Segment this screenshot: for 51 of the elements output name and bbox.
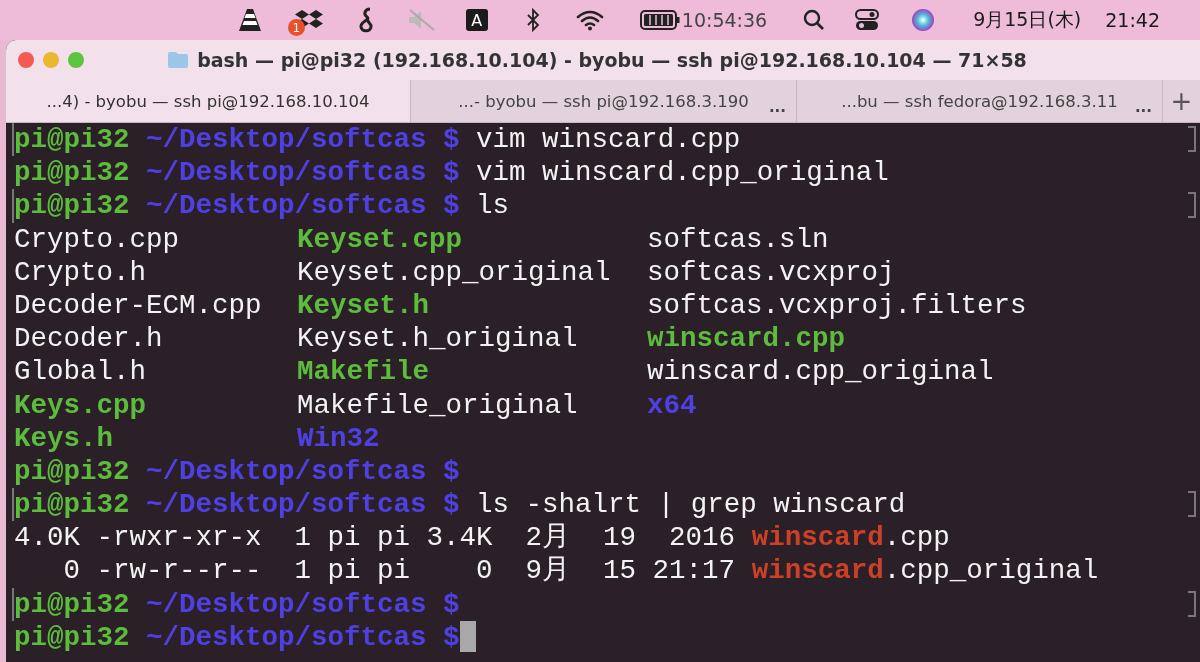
line-mark <box>1188 590 1196 617</box>
file-name: Keyset.h <box>297 288 431 323</box>
file-name: winscard.cpp_original <box>647 355 994 389</box>
tab-overflow-mark: ... <box>1134 98 1152 116</box>
file-name: Makefile <box>297 355 431 389</box>
output-line: 0 -rw-r--r-- 1 pi pi 0 9月 15 21:17 winscard.cpp_original <box>62 554 1099 588</box>
bluetooth-icon[interactable] <box>525 8 540 32</box>
file-name: Crypto.cpp <box>14 222 181 256</box>
file-name: Crypto.h <box>14 255 148 289</box>
file-name: softcas.sln <box>647 222 829 256</box>
notification-badge: 1 <box>287 19 305 36</box>
file-name: Decoder-ECM.cpp <box>14 288 263 323</box>
file-name: Keyset.h_original <box>297 322 579 356</box>
output-line: 4.0K -rwxr-xr-x 1 pi pi 3.4K 2月 19 2016 winscard.cpp <box>14 521 950 555</box>
file-name: Keyset.cpp_original <box>297 255 612 289</box>
file-name: Decoder.h <box>14 322 164 356</box>
battery-clock: 10:54:36 <box>681 9 768 31</box>
terminal-tab[interactable]: ...4) - byobu — ssh pi@192.168.10.104 <box>6 80 411 122</box>
menu-bar-date[interactable]: 9月15日(木) <box>973 7 1082 33</box>
prompt-line: pi@pi32 ~/Desktop/softcas $ ls <box>14 189 510 223</box>
file-name: Keys.cpp <box>14 388 148 422</box>
menu-bar-time[interactable]: 21:42 <box>1105 9 1160 31</box>
prompt-line: pi@pi32 ~/Desktop/softcas $ vim winscard.cpp <box>14 123 741 157</box>
prompt-line: pi@pi32 ~/Desktop/softcas $ <box>14 587 460 621</box>
wifi-icon[interactable] <box>575 9 604 31</box>
close-button[interactable] <box>18 52 34 68</box>
file-name: softcas.vcxproj <box>647 255 895 289</box>
cone-icon[interactable] <box>237 7 262 33</box>
tab-overflow-mark: ... <box>768 98 786 116</box>
file-name: Global.h <box>14 355 148 389</box>
toggle-switches-icon[interactable] <box>855 8 880 32</box>
line-mark <box>1188 126 1196 152</box>
file-name: softcas.vcxproj.filters <box>647 288 1027 323</box>
folder-icon <box>167 51 190 69</box>
file-name: Makefile_original <box>297 388 579 422</box>
file-name: x64 <box>647 388 697 422</box>
file-name: winscard.cpp <box>647 322 846 356</box>
orb-icon[interactable] <box>911 8 936 32</box>
file-name: Win32 <box>297 421 381 455</box>
prompt-line: pi@pi32 ~/Desktop/softcas $ vim winscard.cpp_original <box>14 156 889 190</box>
line-mark <box>1188 192 1196 219</box>
file-name: Keys.h <box>14 421 115 455</box>
prompt-line: pi@pi32 ~/Desktop/softcas $ ls -shalrt | grep winscard <box>14 488 906 522</box>
search-icon[interactable] <box>803 9 826 31</box>
prompt-line: pi@pi32 ~/Desktop/softcas $ <box>14 620 460 654</box>
line-mark <box>1188 491 1196 518</box>
battery-icon[interactable] <box>639 10 680 30</box>
file-name: Keyset.cpp <box>297 222 464 256</box>
prompt-line: pi@pi32 ~/Desktop/softcas $ <box>14 454 460 489</box>
window-title: bash — pi@pi32 (192.168.10.104) - byobu — ssh pi@192.168.10.104 — 71×58 <box>197 49 1027 71</box>
input-source-indicator[interactable]: A <box>465 9 488 31</box>
